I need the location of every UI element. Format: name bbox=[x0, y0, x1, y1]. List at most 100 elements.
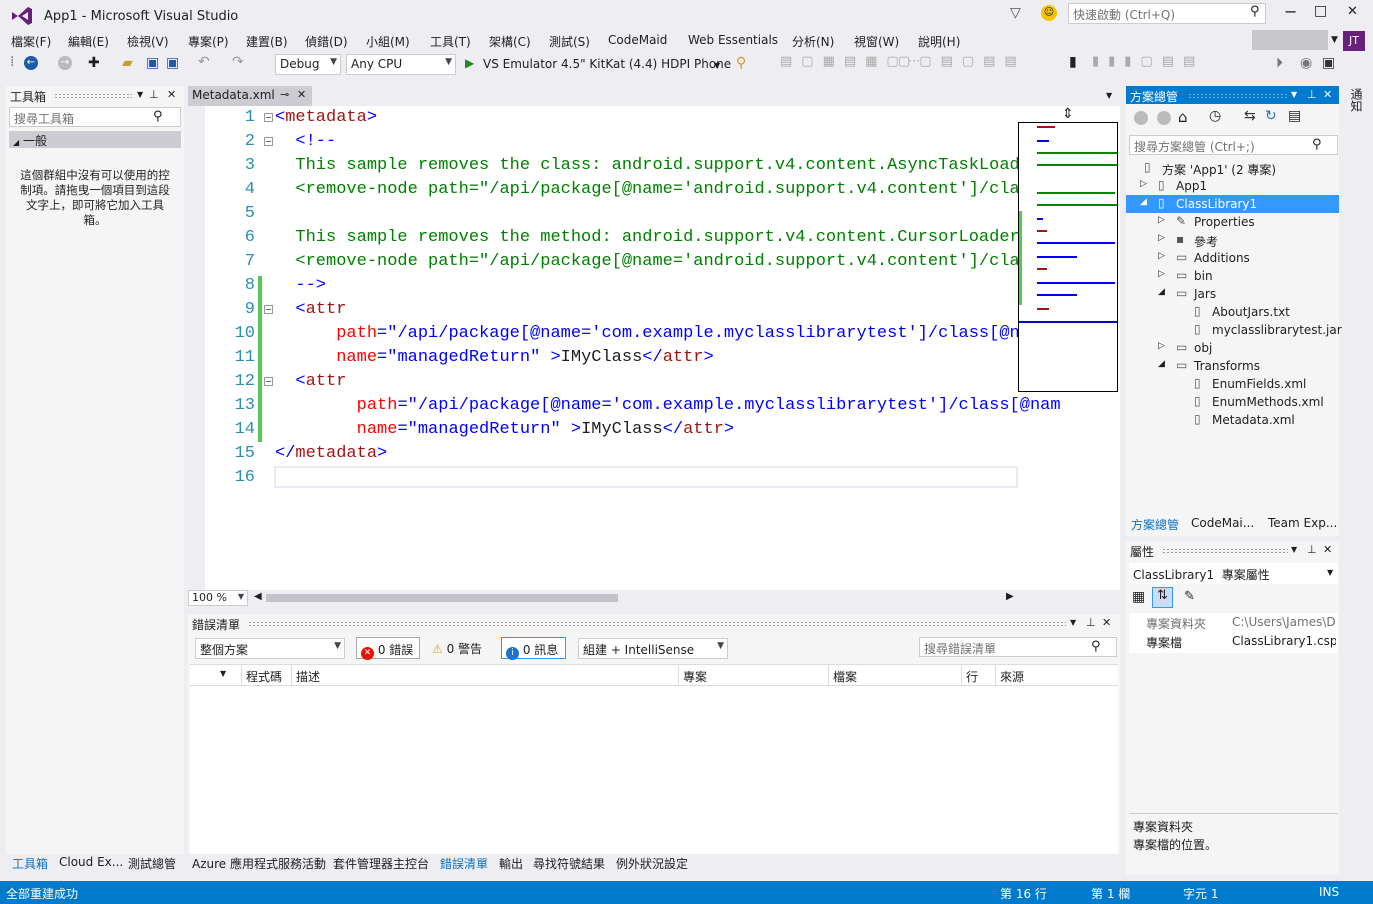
solution-tree-item[interactable]: ▯ Metadata.xml bbox=[1126, 411, 1339, 429]
solution-tree-item[interactable]: ◢ ▯ ClassLibrary1 bbox=[1126, 195, 1339, 213]
close-icon[interactable]: ✕ bbox=[1323, 543, 1332, 556]
chevron-down-icon[interactable]: ▼ bbox=[1331, 35, 1338, 45]
menu-item[interactable]: 說明(H) bbox=[918, 33, 960, 50]
fold-collapse-icon[interactable]: − bbox=[264, 137, 273, 146]
menu-item[interactable]: 建置(B) bbox=[246, 33, 288, 50]
close-icon[interactable]: ✕ bbox=[1102, 616, 1111, 629]
solution-tree-item[interactable]: ◢ ▭ Transforms bbox=[1126, 357, 1339, 375]
save-all-icon[interactable]: ▣ bbox=[166, 55, 179, 71]
forward-icon[interactable]: → bbox=[58, 56, 72, 70]
bottom-tool-tab[interactable]: 套件管理器主控台 bbox=[333, 855, 429, 872]
menu-item[interactable]: 視窗(W) bbox=[854, 33, 899, 50]
chevron-down-icon[interactable]: ▼ bbox=[1291, 90, 1297, 99]
notifications-side-tab[interactable]: 通知 bbox=[1346, 88, 1363, 112]
back-icon[interactable] bbox=[1134, 111, 1148, 125]
bottom-left-tab[interactable]: 工具箱 bbox=[12, 855, 48, 872]
expand-arrow-icon[interactable]: ◢ bbox=[1158, 359, 1165, 369]
close-icon[interactable]: ✕ bbox=[297, 88, 306, 101]
bottom-tool-tab[interactable]: 尋找符號結果 bbox=[533, 855, 605, 872]
menu-item[interactable]: 檔案(F) bbox=[11, 33, 51, 50]
feedback-smiley-icon[interactable]: ☺ bbox=[1041, 5, 1057, 21]
menu-item[interactable]: 測試(S) bbox=[549, 33, 590, 50]
errors-filter-button[interactable]: ✕ 0 錯誤 bbox=[356, 637, 420, 660]
collapse-all-icon[interactable]: ▤ bbox=[1288, 108, 1301, 124]
bottom-tool-tab[interactable]: Azure 應用程式服務活動 bbox=[192, 855, 326, 872]
bookmark-icon[interactable]: ▮ bbox=[1069, 54, 1077, 70]
record-icon[interactable]: ◉ bbox=[1300, 55, 1312, 71]
media-icons[interactable]: ⏵ bbox=[1276, 55, 1283, 71]
filter-icon[interactable]: ▽ bbox=[1010, 5, 1021, 21]
menu-item[interactable]: CodeMaid bbox=[608, 33, 667, 47]
pin-icon[interactable]: ⊥ bbox=[1307, 88, 1317, 101]
find-in-files-icon[interactable]: ⚲ bbox=[736, 55, 746, 71]
chevron-down-icon[interactable]: ▼ bbox=[1291, 545, 1297, 554]
tab-metadata-xml[interactable]: Metadata.xml bbox=[188, 86, 312, 106]
bottom-left-tab[interactable]: Cloud Ex... bbox=[59, 855, 123, 869]
solution-tree-item[interactable]: ▷ ▪ 參考 bbox=[1126, 231, 1339, 249]
menu-item[interactable]: 檢視(V) bbox=[127, 33, 169, 50]
expand-arrow-icon[interactable]: ▷ bbox=[1158, 251, 1165, 261]
close-icon[interactable]: ✕ bbox=[1323, 88, 1332, 101]
solution-tree-item[interactable]: ◢ ▭ Jars bbox=[1126, 285, 1339, 303]
zoom-select[interactable]: 100 % ▼ bbox=[188, 590, 248, 606]
close-button[interactable]: ✕ bbox=[1347, 4, 1358, 19]
pin-icon[interactable]: ⊥ bbox=[1086, 616, 1096, 629]
bottom-tool-tab[interactable]: 輸出 bbox=[499, 855, 523, 872]
chevron-down-icon[interactable]: ▼ bbox=[714, 61, 720, 70]
error-scope-select[interactable]: 整個方案 ▼ bbox=[195, 638, 345, 659]
error-column-header[interactable]: 來源 bbox=[1000, 668, 1024, 685]
error-column-header[interactable]: 行 bbox=[966, 668, 978, 685]
refresh-icon[interactable]: ↻ bbox=[1265, 108, 1277, 124]
solution-panel-tab[interactable]: 方案總管 bbox=[1131, 516, 1179, 533]
platform-select[interactable]: Any CPU ▼ bbox=[346, 54, 456, 75]
scroll-left-icon[interactable]: ◀ bbox=[254, 591, 262, 602]
expand-arrow-icon[interactable]: ▷ bbox=[1140, 179, 1147, 189]
expand-arrow-icon[interactable]: ▷ bbox=[1158, 233, 1165, 243]
bottom-left-tab[interactable]: 測試總管 bbox=[128, 855, 176, 872]
solution-tree-item[interactable]: ▷ ▯ App1 bbox=[1126, 177, 1339, 195]
build-filter-select[interactable]: 組建 + IntelliSense ▼ bbox=[578, 638, 728, 659]
solution-tree-item[interactable]: ▷ ▭ bin bbox=[1126, 267, 1339, 285]
chevron-down-icon[interactable]: ▼ bbox=[1106, 91, 1112, 100]
sort-icon[interactable]: ▼ bbox=[220, 669, 226, 678]
solution-tree-item[interactable]: ▯ EnumFields.xml bbox=[1126, 375, 1339, 393]
solution-panel-tab[interactable]: CodeMai... bbox=[1191, 516, 1254, 530]
bottom-tool-tab[interactable]: 錯誤清單 bbox=[440, 855, 488, 872]
quick-launch-input[interactable]: 快速啟動 (Ctrl+Q) bbox=[1068, 3, 1266, 24]
fold-collapse-icon[interactable]: − bbox=[264, 305, 273, 314]
back-icon[interactable]: ← bbox=[24, 56, 38, 70]
save-icon[interactable]: ▣ bbox=[146, 55, 159, 71]
pin-icon[interactable]: ⊸ bbox=[280, 88, 289, 101]
undo-icon[interactable]: ↶ bbox=[198, 54, 210, 70]
solution-tree-item[interactable]: ▯ 方案 'App1' (2 專案) bbox=[1126, 159, 1339, 177]
error-search-input[interactable]: 搜尋錯誤清單 bbox=[919, 637, 1117, 657]
error-column-header[interactable]: 描述 bbox=[296, 668, 320, 685]
expand-arrow-icon[interactable]: ▷ bbox=[1158, 215, 1165, 225]
camera-icon[interactable]: ▣ bbox=[1322, 55, 1335, 71]
home-icon[interactable]: ⌂ bbox=[1178, 108, 1188, 126]
forward-icon[interactable] bbox=[1157, 111, 1171, 125]
menu-item[interactable]: 架構(C) bbox=[489, 33, 531, 50]
solution-panel-tab[interactable]: Team Exp... bbox=[1268, 516, 1337, 530]
menu-item[interactable]: 小組(M) bbox=[366, 33, 410, 50]
chevron-down-icon[interactable]: ▼ bbox=[137, 90, 143, 99]
properties-object-select[interactable]: ClassLibrary1 專案屬性 bbox=[1129, 563, 1338, 584]
fold-collapse-icon[interactable]: − bbox=[264, 113, 273, 122]
expand-arrow-icon[interactable]: ▷ bbox=[1158, 341, 1165, 351]
bottom-tool-tab[interactable]: 例外狀況設定 bbox=[616, 855, 688, 872]
solution-search-input[interactable]: 搜尋方案總管 (Ctrl+;) bbox=[1129, 135, 1338, 155]
menu-item[interactable]: 專案(P) bbox=[188, 33, 229, 50]
open-file-icon[interactable]: ▰ bbox=[122, 55, 133, 71]
configuration-select[interactable]: Debug ▼ bbox=[275, 54, 341, 75]
user-avatar[interactable]: JT bbox=[1343, 31, 1365, 51]
sync-icon[interactable]: ⇆ bbox=[1244, 108, 1256, 124]
chevron-down-icon[interactable]: ▼ bbox=[1070, 618, 1076, 627]
expand-arrow-icon[interactable]: ◢ bbox=[1140, 197, 1147, 207]
toolbox-group-general[interactable]: ◢ 一般 bbox=[9, 131, 181, 148]
solution-tree-item[interactable]: ▷ ✎ Properties bbox=[1126, 213, 1339, 231]
solution-tree-item[interactable]: ▷ ▭ obj bbox=[1126, 339, 1339, 357]
code-editor[interactable]: 1 <metadata> 2 <!-- 3 This sample removes t… bbox=[188, 106, 1120, 590]
menu-item[interactable]: 偵錯(D) bbox=[305, 33, 348, 50]
start-debug-icon[interactable]: ▶ bbox=[465, 56, 474, 70]
menu-item[interactable]: 工具(T) bbox=[430, 33, 471, 50]
